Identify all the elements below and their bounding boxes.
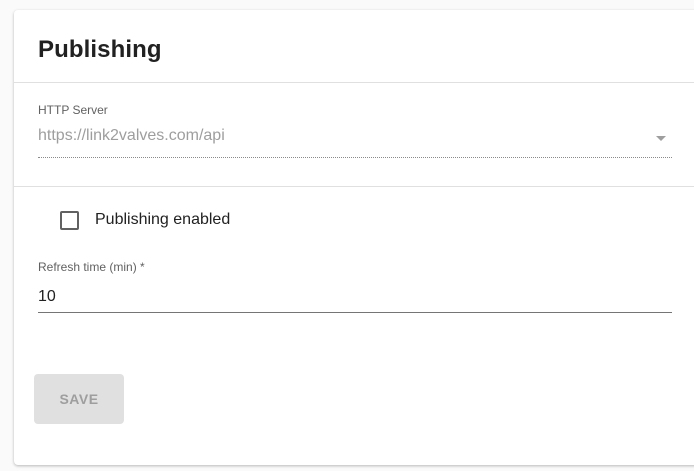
refresh-time-field: Refresh time (min) * [38, 260, 672, 316]
section-divider [14, 186, 694, 187]
http-server-underline [38, 157, 672, 158]
refresh-time-label: Refresh time (min) * [38, 260, 145, 274]
publishing-enabled-label[interactable]: Publishing enabled [95, 211, 230, 229]
chevron-down-icon[interactable] [656, 136, 666, 141]
save-button[interactable]: SAVE [34, 374, 124, 424]
http-server-label: HTTP Server [38, 103, 108, 117]
publishing-enabled-checkbox[interactable] [60, 210, 79, 230]
http-server-value[interactable]: https://link2valves.com/api [38, 127, 225, 145]
http-server-select[interactable]: HTTP Server https://link2valves.com/api [38, 103, 672, 163]
publishing-card: Publishing HTTP Server https://link2valv… [14, 10, 694, 465]
publishing-enabled-checkbox-row[interactable]: Publishing enabled [60, 208, 230, 232]
refresh-time-input[interactable] [38, 282, 672, 313]
card-title: Publishing [38, 36, 162, 63]
title-divider [14, 82, 694, 83]
